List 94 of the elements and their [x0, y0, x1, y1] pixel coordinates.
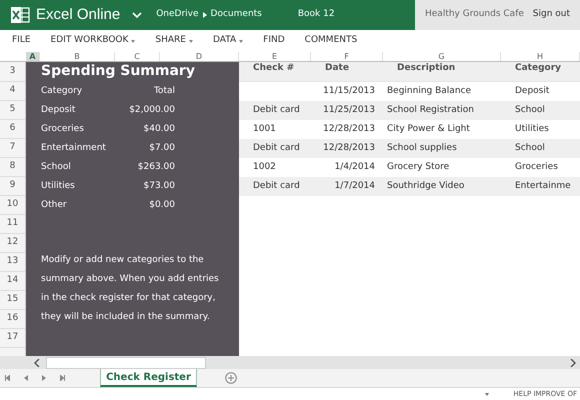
register-column-heading: Category	[514, 62, 562, 74]
row-header[interactable]: 3	[0, 62, 25, 82]
table-cell: Debit card	[253, 180, 300, 191]
document-title[interactable]: Book 12	[298, 8, 335, 22]
add-sheet-icon[interactable]	[225, 372, 237, 384]
row-header[interactable]: 17	[0, 329, 25, 348]
breadcrumb-link[interactable]: Documents	[210, 8, 262, 22]
row-header[interactable]: 4	[0, 82, 25, 101]
summary-column-heading: Total	[154, 84, 175, 98]
spreadsheet-logo-icon	[10, 5, 30, 25]
column-header[interactable]: B	[40, 52, 115, 61]
summary-total: $2,000.00	[129, 104, 175, 117]
table-cell: 12/28/2013	[323, 124, 375, 134]
column-header[interactable]: D	[160, 52, 239, 61]
row-header[interactable]: 6	[0, 120, 25, 139]
scroll-left-icon[interactable]	[34, 358, 40, 366]
menu-tab[interactable]: COMMENTS	[304, 34, 358, 48]
table-cell: Southridge Video	[387, 180, 464, 191]
summary-title: Spending Summary	[41, 62, 196, 81]
menu-tab[interactable]: SHARE	[155, 34, 186, 48]
table-cell: Debit card	[253, 142, 300, 153]
summary-category: Other	[41, 198, 67, 212]
column-header[interactable]: E	[239, 52, 311, 61]
summary-total: $263.00	[138, 160, 175, 174]
table-cell: School supplies	[387, 142, 457, 153]
row-header[interactable]: 8	[0, 158, 25, 177]
next-sheet-icon[interactable]	[42, 375, 46, 381]
table-cell: 1/7/2014	[334, 180, 375, 191]
summary-category: Utilities	[41, 180, 75, 193]
table-cell: City Power & Light	[387, 124, 470, 134]
app-name: Excel Online	[36, 4, 120, 25]
table-cell: Grocery Store	[387, 162, 450, 172]
menu-tab[interactable]: FIND	[263, 34, 285, 48]
first-sheet-icon[interactable]	[5, 375, 10, 381]
register-column-heading: Check #	[252, 62, 296, 74]
row-header[interactable]: 10	[0, 196, 25, 215]
row-header[interactable]: 7	[0, 139, 25, 158]
summary-category: Deposit	[41, 104, 76, 117]
table-cell: Debit card	[253, 104, 300, 115]
table-cell: School Registration	[387, 104, 474, 115]
table-cell: 1002	[253, 162, 276, 172]
last-sheet-icon[interactable]	[60, 375, 65, 381]
summary-category: Entertainment	[41, 142, 106, 155]
column-header[interactable]: G	[383, 52, 501, 61]
table-cell: School	[515, 142, 545, 153]
row-header[interactable]: 13	[0, 253, 25, 272]
table-cell: Utilities	[515, 124, 549, 134]
table-cell: 11/25/2013	[323, 104, 375, 115]
scroll-right-icon[interactable]	[570, 358, 576, 366]
register-column-heading: Description	[396, 62, 456, 74]
horizontal-scrollbar-thumb[interactable]	[46, 356, 206, 368]
summary-category: School	[41, 160, 71, 174]
register-column-heading: Date	[324, 62, 350, 74]
menu-tab[interactable]: DATA	[212, 34, 236, 48]
column-header[interactable]: A	[26, 52, 40, 61]
table-cell: Groceries	[515, 162, 558, 172]
row-header[interactable]: 9	[0, 177, 25, 196]
table-cell: 11/15/2013	[323, 86, 375, 96]
table-cell: Deposit	[515, 86, 550, 96]
summary-category: Groceries	[41, 122, 84, 136]
breadcrumb-arrow-icon	[202, 12, 207, 18]
chevron-down-icon[interactable]	[132, 12, 142, 18]
row-header[interactable]: 11	[0, 215, 25, 234]
row-header[interactable]: 5	[0, 101, 25, 120]
summary-note: Modify or add new categories to the summary above. When you add entries in the check register for that category, they will be included in the summary.	[41, 254, 220, 324]
table-cell: School	[515, 104, 545, 115]
row-header[interactable]: 16	[0, 310, 25, 329]
user-name: Healthy Grounds Cafe	[425, 8, 524, 22]
caret-down-icon[interactable]	[188, 40, 193, 42]
menu-tab[interactable]: FILE	[12, 34, 31, 48]
caret-down-icon[interactable]	[131, 40, 136, 42]
summary-total: $73.00	[144, 180, 175, 193]
table-cell: Beginning Balance	[387, 86, 472, 96]
summary-column-heading: Category	[41, 84, 82, 98]
row-header[interactable]: 12	[0, 234, 25, 253]
column-header[interactable]: C	[115, 52, 160, 61]
caret-down-icon[interactable]	[239, 40, 244, 42]
menu-tab[interactable]: EDIT WORKBOOK	[50, 34, 128, 48]
row-header[interactable]: 14	[0, 272, 25, 291]
summary-total: $0.00	[149, 198, 175, 212]
table-cell: 1/4/2014	[334, 162, 375, 172]
table-cell: 12/28/2013	[323, 142, 375, 153]
summary-total: $7.00	[149, 142, 175, 155]
row-header[interactable]: 15	[0, 291, 25, 310]
table-cell: Entertainme	[515, 180, 571, 191]
caret-down-icon[interactable]	[485, 392, 490, 396]
previous-sheet-icon[interactable]	[24, 375, 28, 381]
breadcrumb-link[interactable]: OneDrive	[156, 8, 199, 22]
summary-total: $40.00	[144, 122, 175, 136]
table-cell: 1001	[253, 124, 276, 134]
sheet-tab[interactable]: Check Register	[100, 369, 197, 387]
column-header[interactable]: F	[311, 52, 383, 61]
sign-out-link[interactable]: Sign out	[532, 8, 570, 22]
column-header[interactable]: H	[501, 52, 580, 61]
